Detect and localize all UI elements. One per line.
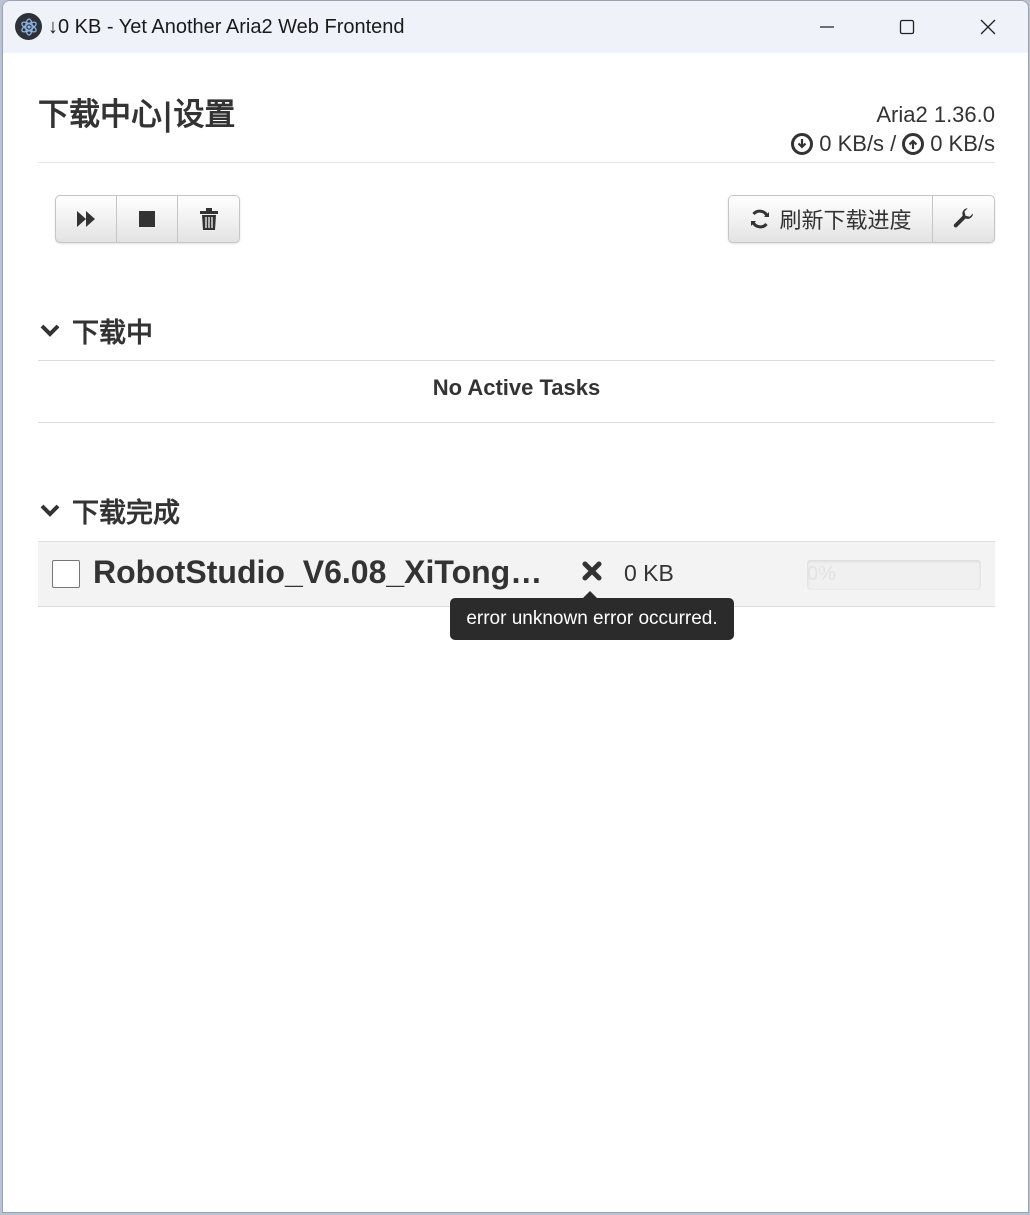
aria2-version: Aria2 1.36.0: [876, 102, 995, 127]
speed-indicator: 0 KB/s / 0 KB/s: [791, 131, 995, 157]
error-x-icon[interactable]: [581, 560, 603, 587]
refresh-group: 刷新下载进度: [728, 195, 995, 243]
close-icon: [980, 19, 996, 35]
task-checkbox[interactable]: [52, 560, 80, 588]
section-title-completed: 下载完成: [72, 498, 180, 529]
upload-speed-icon: [902, 133, 925, 155]
error-tooltip-text: error unknown error occurred.: [466, 608, 718, 629]
remove-button[interactable]: [178, 196, 239, 242]
chevron-down-icon: [40, 504, 60, 517]
tooltip-arrow: [582, 591, 598, 599]
chevron-down-icon: [40, 324, 60, 337]
section-title-downloading: 下载中: [72, 318, 153, 349]
maximize-button[interactable]: [867, 1, 947, 53]
error-tooltip: error unknown error occurred.: [450, 591, 734, 640]
no-active-tasks-text: No Active Tasks: [432, 375, 601, 400]
speed-separator: /: [890, 131, 897, 156]
start-all-button[interactable]: [56, 196, 117, 242]
task-action-group: [55, 195, 240, 243]
app-window: ↓0 KB - Yet Another Aria2 Web Frontend 下…: [2, 0, 1029, 1213]
task-progress-bar: 0%: [807, 560, 981, 590]
minimize-button[interactable]: [787, 1, 867, 53]
section-header-completed[interactable]: 下载完成: [40, 491, 180, 530]
refresh-label: 刷新下载进度: [779, 209, 912, 234]
upload-speed: 0 KB/s: [930, 131, 995, 156]
page-title: 下载中心|设置: [38, 97, 236, 133]
task-progress-text: 0%: [807, 563, 836, 585]
title-bar[interactable]: ↓0 KB - Yet Another Aria2 Web Frontend: [3, 1, 1028, 53]
window-title: ↓0 KB - Yet Another Aria2 Web Frontend: [48, 16, 405, 38]
fast-forward-icon: [77, 211, 95, 227]
main-content: 下载中心|设置 Aria2 1.36.0 0 KB/s / 0 KB/s 刷新下…: [3, 53, 1028, 1212]
section-header-downloading[interactable]: 下载中: [40, 311, 153, 350]
minimize-icon: [820, 26, 834, 28]
stop-all-button[interactable]: [117, 196, 178, 242]
section-divider: [38, 360, 995, 361]
task-name[interactable]: RobotStudio_V6.08_XiTongZ...: [93, 554, 548, 591]
header-divider: [38, 162, 995, 163]
refresh-icon: [751, 209, 770, 229]
trash-icon: [199, 208, 218, 230]
download-speed: 0 KB/s: [819, 131, 885, 156]
download-speed-icon: [791, 133, 814, 155]
refresh-progress-button[interactable]: 刷新下载进度: [729, 196, 933, 242]
task-size: 0 KB: [624, 560, 674, 586]
section-divider: [38, 422, 995, 423]
wrench-icon: [953, 208, 973, 228]
maximize-icon: [899, 19, 915, 35]
stop-icon: [139, 211, 155, 227]
settings-button[interactable]: [933, 196, 994, 242]
close-button[interactable]: [948, 1, 1028, 53]
aria2-logo-icon: [15, 13, 42, 40]
